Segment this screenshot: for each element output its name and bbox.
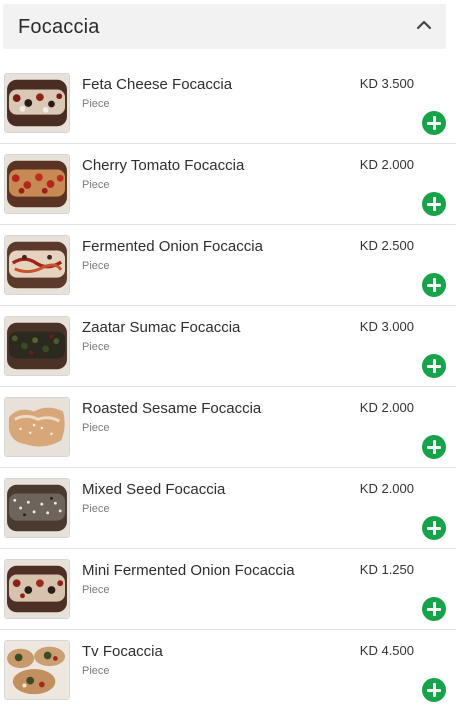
product-unit: Piece (82, 503, 110, 515)
product-price: KD 3.500 (359, 76, 414, 91)
product-name[interactable]: Feta Cheese Focaccia (82, 76, 232, 93)
product-image[interactable] (4, 73, 70, 133)
add-to-cart-button[interactable] (422, 111, 446, 135)
product-price: KD 3.000 (359, 319, 414, 334)
product-price: KD 2.500 (359, 238, 414, 253)
chevron-up-icon[interactable] (416, 18, 432, 30)
add-to-cart-button[interactable] (422, 435, 446, 459)
product-item[interactable]: Cherry Tomato Focaccia Piece KD 2.000 (0, 144, 456, 225)
product-unit: Piece (82, 341, 110, 353)
product-image[interactable] (4, 640, 70, 700)
product-unit: Piece (82, 665, 110, 677)
add-to-cart-button[interactable] (422, 354, 446, 378)
product-image[interactable] (4, 235, 70, 295)
product-price: KD 2.000 (359, 481, 414, 496)
product-name[interactable]: Mixed Seed Focaccia (82, 481, 225, 498)
product-item[interactable]: Mini Fermented Onion Focaccia Piece KD 1… (0, 549, 456, 630)
product-item[interactable]: Zaatar Sumac Focaccia Piece KD 3.000 (0, 306, 456, 387)
section-title: Focaccia (18, 16, 100, 38)
product-price: KD 1.250 (359, 562, 414, 577)
product-image[interactable] (4, 316, 70, 376)
add-to-cart-button[interactable] (422, 273, 446, 297)
product-name[interactable]: Mini Fermented Onion Focaccia (82, 562, 295, 579)
product-price: KD 2.000 (359, 157, 414, 172)
product-name[interactable]: Roasted Sesame Focaccia (82, 400, 261, 417)
product-item[interactable]: Tv Focaccia Piece KD 4.500 (0, 630, 456, 711)
product-item[interactable]: Mixed Seed Focaccia Piece KD 2.000 (0, 468, 456, 549)
product-image[interactable] (4, 478, 70, 538)
add-to-cart-button[interactable] (422, 597, 446, 621)
product-image[interactable] (4, 154, 70, 214)
product-price: KD 2.000 (359, 400, 414, 415)
product-unit: Piece (82, 584, 110, 596)
product-name[interactable]: Fermented Onion Focaccia (82, 238, 263, 255)
product-item[interactable]: Feta Cheese Focaccia Piece KD 3.500 (0, 63, 456, 144)
product-list: Feta Cheese Focaccia Piece KD 3.500 Cher… (0, 63, 456, 711)
product-unit: Piece (82, 98, 110, 110)
product-price: KD 4.500 (359, 643, 414, 658)
section-header[interactable]: Focaccia (3, 4, 446, 49)
add-to-cart-button[interactable] (422, 192, 446, 216)
product-name[interactable]: Cherry Tomato Focaccia (82, 157, 244, 174)
product-name[interactable]: Zaatar Sumac Focaccia (82, 319, 240, 336)
product-unit: Piece (82, 422, 110, 434)
product-image[interactable] (4, 559, 70, 619)
product-unit: Piece (82, 260, 110, 272)
product-item[interactable]: Fermented Onion Focaccia Piece KD 2.500 (0, 225, 456, 306)
product-unit: Piece (82, 179, 110, 191)
product-image[interactable] (4, 397, 70, 457)
product-name[interactable]: Tv Focaccia (82, 643, 163, 660)
add-to-cart-button[interactable] (422, 678, 446, 702)
add-to-cart-button[interactable] (422, 516, 446, 540)
product-item[interactable]: Roasted Sesame Focaccia Piece KD 2.000 (0, 387, 456, 468)
